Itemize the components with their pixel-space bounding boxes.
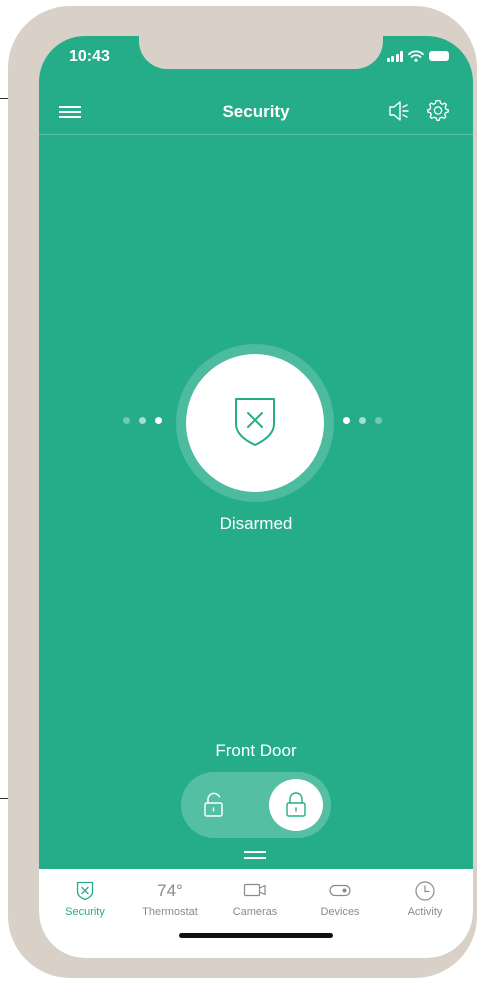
notch (139, 36, 383, 69)
thermostat-temperature: 74° (157, 881, 183, 900)
speaker-icon[interactable] (388, 100, 412, 122)
tab-security[interactable]: Security (42, 869, 128, 929)
gear-icon[interactable] (426, 98, 450, 122)
mode-dots-right (343, 417, 382, 424)
tab-label: Devices (320, 906, 360, 918)
tab-activity[interactable]: Activity (382, 869, 468, 929)
tab-devices[interactable]: Devices (297, 869, 383, 929)
shield-x-icon (76, 881, 94, 901)
tab-thermostat[interactable]: 74° Thermostat (127, 869, 213, 929)
arm-disarm-button[interactable] (186, 354, 324, 492)
toggle-icon (329, 884, 351, 897)
locked-padlock-icon (286, 792, 306, 817)
tab-label: Thermostat (142, 906, 198, 918)
phone-frame: 10:43 Security Disarmed Front Door Secur… (8, 6, 477, 978)
tab-label: Activity (407, 906, 443, 918)
lock-toggle-knob[interactable] (269, 779, 323, 831)
nav-bar: Security (39, 92, 473, 135)
security-mode-label: Disarmed (219, 514, 293, 533)
shield-x-icon (235, 398, 275, 446)
app-screen: 10:43 Security Disarmed Front Door Secur… (39, 36, 473, 958)
signal-icon (386, 50, 403, 62)
wifi-icon (408, 50, 424, 62)
battery-icon (429, 51, 449, 61)
camera-icon (243, 883, 266, 897)
front-door-lock-toggle[interactable] (181, 772, 331, 838)
home-indicator[interactable] (179, 933, 333, 938)
mode-dots-left (123, 417, 162, 424)
unlocked-padlock-icon[interactable] (203, 792, 225, 818)
tab-cameras[interactable]: Cameras (212, 869, 298, 929)
drawer-handle-icon[interactable] (244, 851, 266, 859)
clock-icon (415, 881, 435, 901)
lock-name-label: Front Door (215, 741, 297, 760)
tab-bar: Security 74° Thermostat Cameras Devices … (39, 869, 473, 958)
tab-label: Security (65, 906, 105, 918)
tab-label: Cameras (232, 906, 278, 918)
status-icons (386, 50, 449, 62)
status-time: 10:43 (69, 48, 110, 65)
